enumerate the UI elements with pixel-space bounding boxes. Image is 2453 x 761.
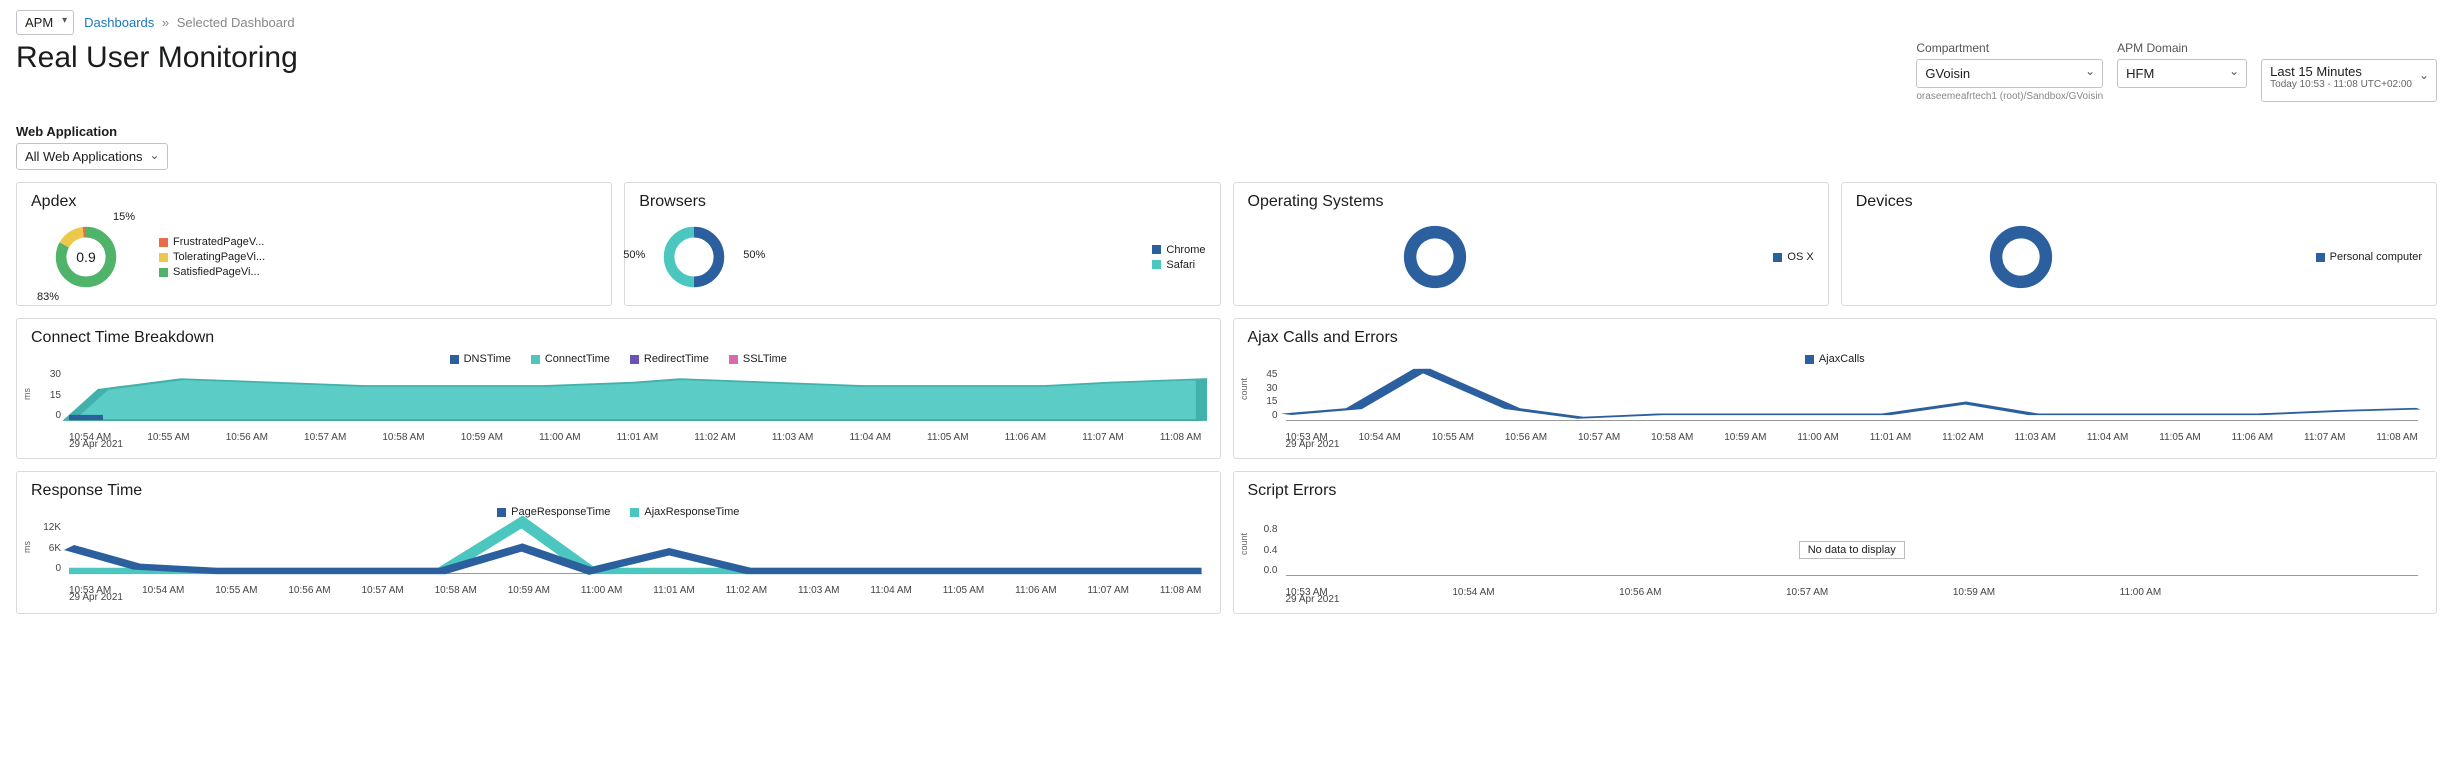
connect-legend: DNSTime ConnectTime RedirectTime SSLTime: [31, 353, 1206, 365]
compartment-label: Compartment: [1916, 41, 2103, 55]
breadcrumb-current: Selected Dashboard: [177, 15, 295, 30]
os-donut: [1380, 217, 1490, 297]
card-script: Script Errors count 0.80.40.0 No data to…: [1233, 471, 2438, 614]
breadcrumb: Dashboards » Selected Dashboard: [84, 15, 294, 30]
ajax-y-axis: 4530150: [1248, 369, 1282, 421]
ajax-x-axis: 10:53 AM10:54 AM10:55 AM10:56 AM10:57 AM…: [1286, 432, 2419, 443]
swatch-icon: [450, 355, 459, 364]
swatch-icon: [630, 355, 639, 364]
swatch-icon: [1152, 245, 1161, 254]
card-browsers-title: Browsers: [639, 193, 1205, 211]
swatch-icon: [1773, 253, 1782, 262]
service-select[interactable]: APM: [16, 10, 74, 35]
breadcrumb-sep: »: [162, 15, 169, 30]
apm-domain-label: APM Domain: [2117, 41, 2247, 55]
card-browsers: Browsers 50% 50% Chrome Safari: [624, 182, 1220, 306]
connect-x-axis: 10:54 AM10:55 AM10:56 AM10:57 AM10:58 AM…: [69, 432, 1202, 443]
apdex-legend: FrustratedPageV... ToleratingPageVi... S…: [159, 236, 265, 278]
swatch-icon: [2316, 253, 2325, 262]
response-x-axis: 10:53 AM10:54 AM10:55 AM10:56 AM10:57 AM…: [69, 585, 1202, 596]
devices-legend: Personal computer: [2316, 251, 2422, 263]
card-devices: Devices Personal computer: [1841, 182, 2437, 306]
page-title: Real User Monitoring: [16, 41, 298, 75]
script-chart: count 0.80.40.0 No data to display 10:53…: [1248, 524, 2423, 592]
card-os: Operating Systems OS X: [1233, 182, 1829, 306]
browsers-pct-left: 50%: [623, 249, 645, 261]
compartment-path: oraseemeafrtech1 (root)/Sandbox/GVoisin: [1916, 91, 2103, 102]
apdex-center-value: 0.9: [76, 249, 95, 265]
breadcrumb-root[interactable]: Dashboards: [84, 15, 154, 30]
ajax-chart: count 4530150 10:53 AM10:54 AM10:55 AM10…: [1248, 369, 2423, 437]
browsers-donut: 50% 50%: [639, 217, 749, 297]
no-data-message: No data to display: [1799, 541, 1905, 559]
response-legend: PageResponseTime AjaxResponseTime: [31, 506, 1206, 518]
card-connect: Connect Time Breakdown DNSTime ConnectTi…: [16, 318, 1221, 459]
devices-donut: [1966, 217, 2076, 297]
swatch-icon: [497, 508, 506, 517]
apm-domain-select[interactable]: HFM: [2117, 59, 2247, 88]
time-range-main: Last 15 Minutes: [2270, 64, 2412, 79]
card-script-title: Script Errors: [1248, 482, 2423, 500]
web-app-label: Web Application: [16, 124, 2437, 139]
card-ajax-title: Ajax Calls and Errors: [1248, 329, 2423, 347]
card-os-title: Operating Systems: [1248, 193, 1814, 211]
apdex-donut: 0.9 15% 83%: [31, 217, 141, 297]
swatch-icon: [1152, 260, 1161, 269]
card-devices-title: Devices: [1856, 193, 2422, 211]
script-x-axis: 10:53 AM10:54 AM10:56 AM10:57 AM10:59 AM…: [1286, 587, 2419, 598]
swatch-icon: [630, 508, 639, 517]
apdex-pct-top: 15%: [113, 211, 135, 223]
ajax-legend: AjaxCalls: [1248, 353, 2423, 365]
apdex-pct-bottom: 83%: [37, 291, 59, 303]
card-response: Response Time PageResponseTime AjaxRespo…: [16, 471, 1221, 614]
swatch-icon: [729, 355, 738, 364]
swatch-icon: [1805, 355, 1814, 364]
time-range-select[interactable]: Last 15 Minutes Today 10:53 - 11:08 UTC+…: [2261, 59, 2437, 102]
card-apdex: Apdex 0.9 15% 83% FrustratedPageV... Tol…: [16, 182, 612, 306]
browsers-legend: Chrome Safari: [1152, 244, 1205, 271]
browsers-pct-right: 50%: [743, 249, 765, 261]
connect-chart: ms 30150 10:54 AM10:55 AM10:56 AM10:57 A…: [31, 369, 1206, 437]
card-connect-title: Connect Time Breakdown: [31, 329, 1206, 347]
web-app-select[interactable]: All Web Applications: [16, 143, 168, 170]
card-apdex-title: Apdex: [31, 193, 597, 211]
time-range-sub: Today 10:53 - 11:08 UTC+02:00: [2270, 79, 2412, 90]
card-ajax: Ajax Calls and Errors AjaxCalls count 45…: [1233, 318, 2438, 459]
swatch-icon: [159, 268, 168, 277]
response-y-axis: 12K6K0: [31, 522, 65, 574]
swatch-icon: [531, 355, 540, 364]
card-response-title: Response Time: [31, 482, 1206, 500]
compartment-select[interactable]: GVoisin: [1916, 59, 2103, 88]
swatch-icon: [159, 238, 168, 247]
swatch-icon: [159, 253, 168, 262]
script-y-axis: 0.80.40.0: [1248, 524, 1282, 576]
connect-y-axis: 30150: [31, 369, 65, 421]
response-chart: ms 12K6K0 10:53 AM10:54 AM10:55 AM10:56 …: [31, 522, 1206, 590]
os-legend: OS X: [1773, 251, 1813, 263]
